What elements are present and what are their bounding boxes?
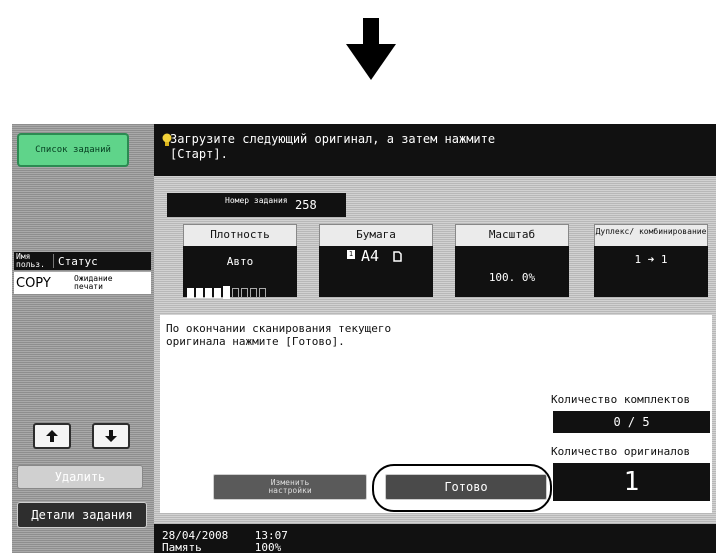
job-user: COPY bbox=[16, 276, 51, 291]
density-step bbox=[223, 286, 230, 299]
sets-label: Количество комплектов bbox=[551, 393, 691, 406]
scan-instruction: По окончании сканирования текущего ориги… bbox=[166, 322, 392, 348]
duplex-value: 1 ➜ 1 bbox=[634, 253, 668, 266]
sets-value: 0 / 5 bbox=[553, 411, 710, 433]
job-row[interactable]: COPY Ожидание печати bbox=[14, 272, 151, 294]
portrait-page-icon bbox=[393, 251, 402, 262]
change-settings-button[interactable]: Изменить настройки bbox=[213, 474, 367, 500]
density-step bbox=[232, 287, 239, 298]
density-step bbox=[214, 287, 221, 298]
paper-size: A4 bbox=[361, 247, 380, 265]
down-arrow-icon bbox=[346, 18, 396, 80]
originals-label: Количество оригиналов bbox=[551, 445, 691, 458]
footer-memory-label: Память bbox=[162, 541, 202, 554]
paper-setting[interactable]: Бумага 1 A4 bbox=[319, 224, 433, 297]
paper-label: Бумага bbox=[319, 224, 433, 246]
density-step bbox=[241, 287, 248, 298]
job-status: Ожидание печати bbox=[74, 274, 113, 291]
job-number-label: Номер задания bbox=[225, 196, 288, 205]
zoom-setting[interactable]: Масштаб 100. 0% bbox=[455, 224, 569, 297]
density-step bbox=[196, 287, 203, 298]
job-number-value: 258 bbox=[295, 198, 317, 212]
density-label: Плотность bbox=[183, 224, 297, 246]
zoom-value: 100. 0% bbox=[488, 271, 536, 284]
job-number: Номер задания 258 bbox=[167, 193, 346, 217]
column-user: Имя польз. bbox=[16, 252, 45, 269]
density-scale bbox=[187, 286, 266, 299]
density-step bbox=[250, 287, 257, 298]
job-table-header: Имя польз. Статус bbox=[14, 252, 151, 270]
density-value: Авто bbox=[226, 255, 254, 268]
job-details-button[interactable]: Детали задания bbox=[17, 502, 147, 528]
zoom-label: Масштаб bbox=[455, 224, 569, 246]
density-step bbox=[259, 287, 266, 298]
instruction-message: Загрузите следующий оригинал, а затем на… bbox=[170, 132, 496, 161]
duplex-label: Дуплекс/ комбинирование bbox=[594, 224, 708, 246]
paper-tray-number: 1 bbox=[347, 250, 355, 259]
column-status: Статус bbox=[58, 255, 98, 268]
arrow-up-icon bbox=[46, 430, 58, 442]
job-list-button[interactable]: Список заданий bbox=[17, 133, 129, 167]
density-step bbox=[205, 287, 212, 298]
density-step bbox=[187, 287, 194, 298]
status-footer: 28/04/2008 13:07 Память 100% bbox=[162, 530, 288, 554]
footer-memory-value: 100% bbox=[254, 541, 282, 554]
scroll-down-button[interactable] bbox=[92, 423, 130, 449]
done-button[interactable]: Готово bbox=[385, 474, 547, 500]
column-divider bbox=[53, 254, 54, 268]
originals-value: 1 bbox=[553, 463, 710, 501]
delete-button[interactable]: Удалить bbox=[17, 465, 143, 489]
arrow-down-icon bbox=[105, 430, 117, 442]
scroll-up-button[interactable] bbox=[33, 423, 71, 449]
duplex-setting[interactable]: Дуплекс/ комбинирование 1 ➜ 1 bbox=[594, 224, 708, 297]
density-setting[interactable]: Плотность Авто bbox=[183, 224, 297, 299]
